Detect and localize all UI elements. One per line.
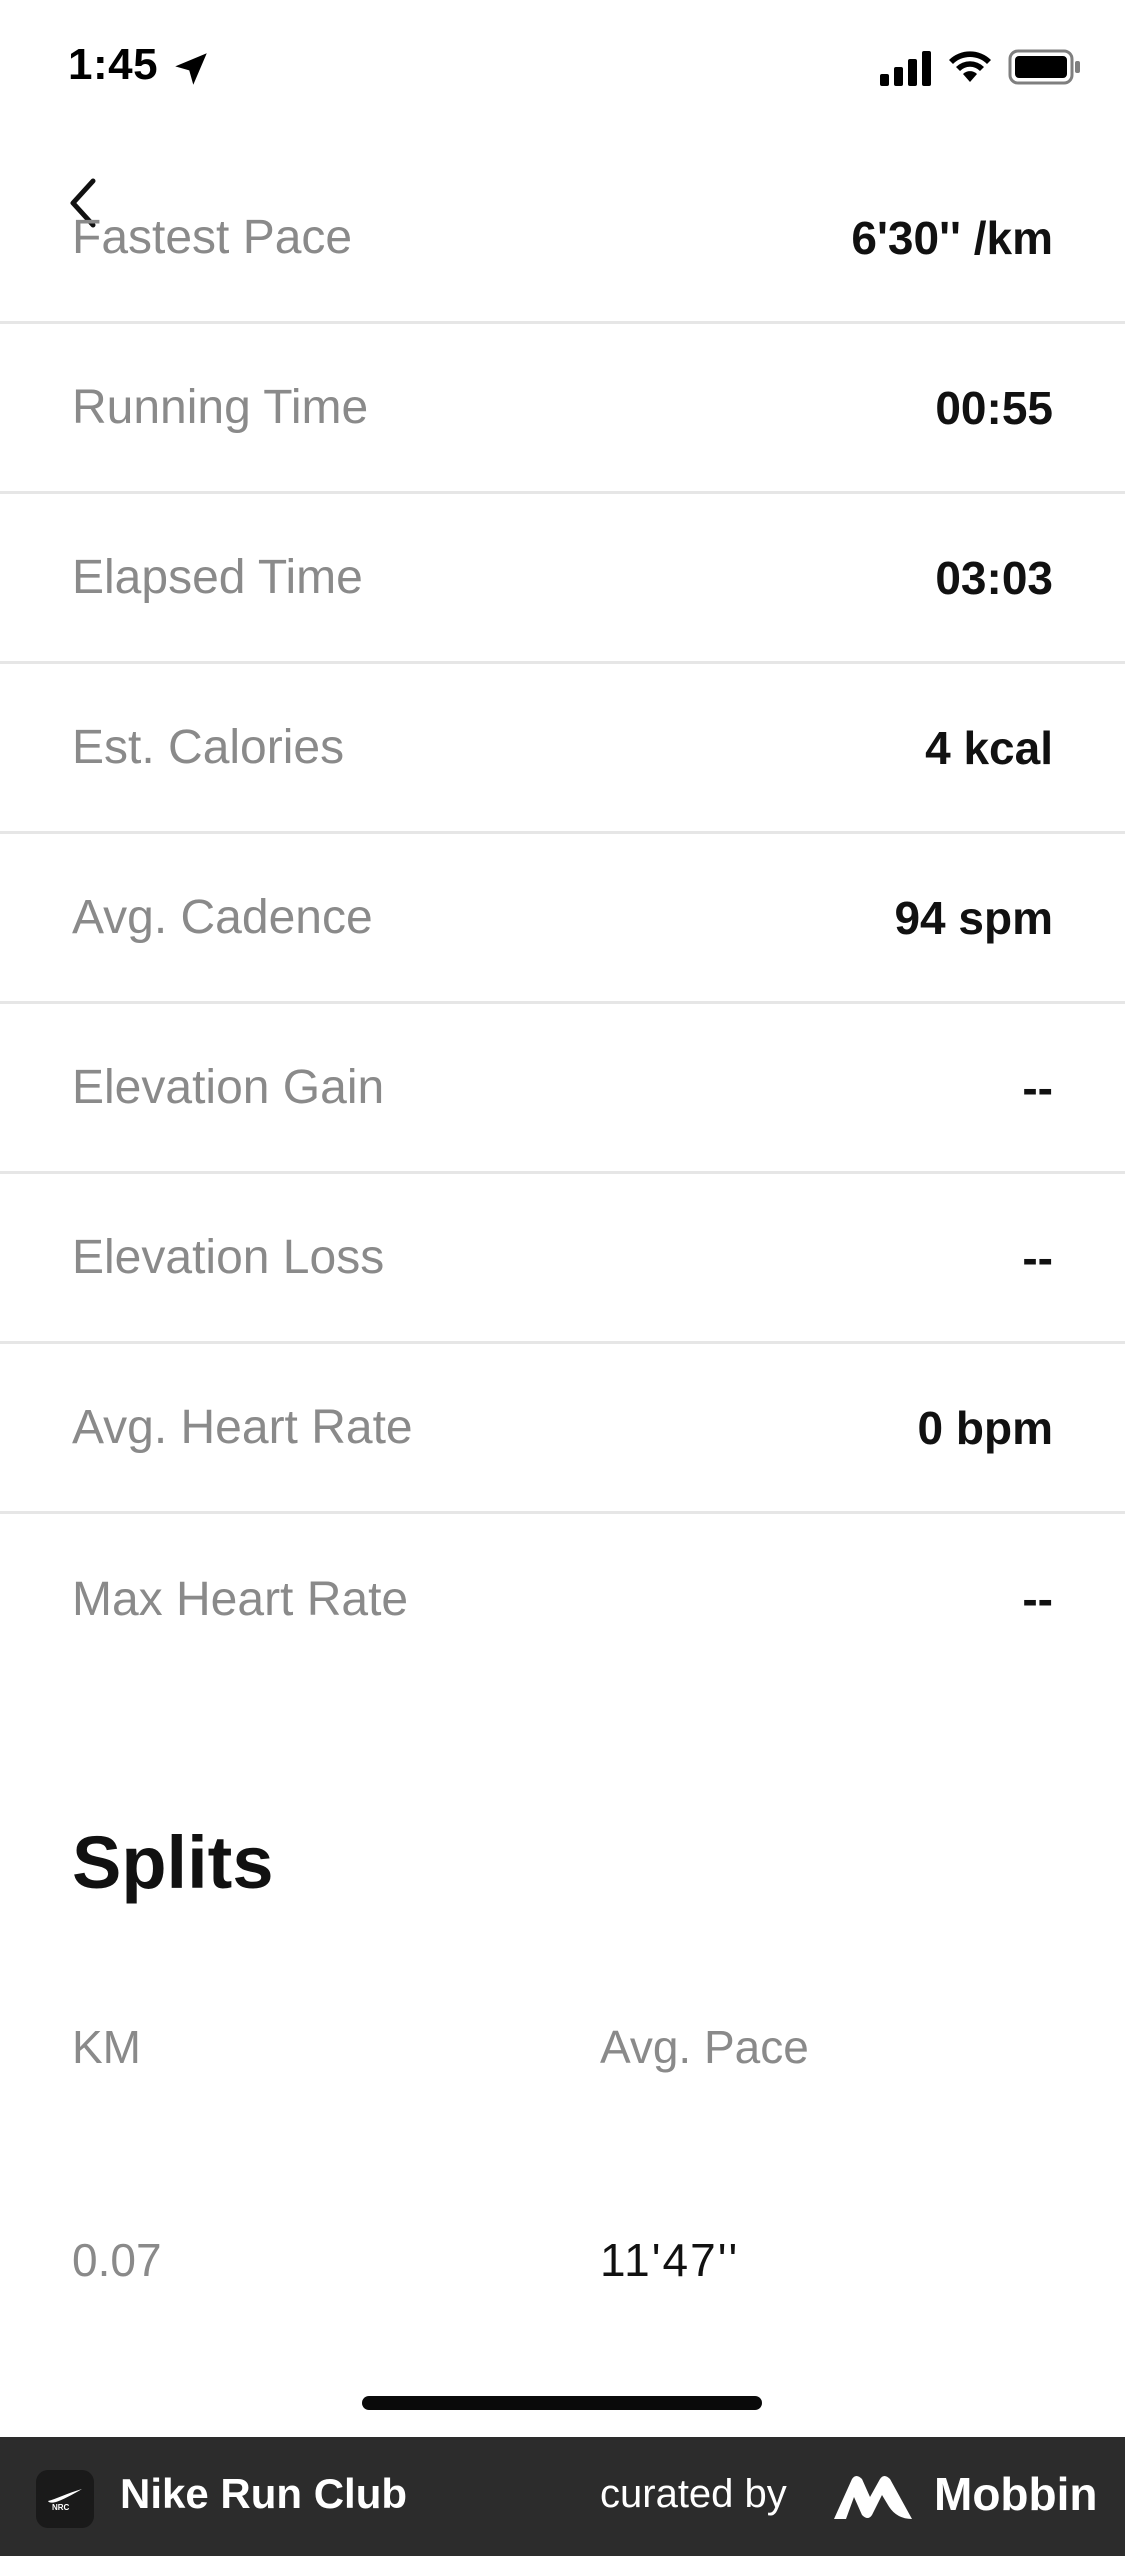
svg-text:NRC: NRC <box>52 2503 70 2511</box>
stat-value: 6'30'' /km <box>851 211 1053 264</box>
footer-banner: NRC Nike Run Club curated by Mobbin <box>0 2437 1125 2556</box>
stat-label: Avg. Heart Rate <box>72 1401 413 1454</box>
stat-row-elevation-loss: Elevation Loss -- <box>0 1174 1125 1344</box>
stat-label: Elevation Gain <box>72 1061 385 1114</box>
footer-brand: Mobbin <box>934 2468 1098 2520</box>
stat-label: Avg. Cadence <box>72 891 373 944</box>
stat-row-avg-heart-rate: Avg. Heart Rate 0 bpm <box>0 1344 1125 1514</box>
stat-value: 0 bpm <box>917 1401 1053 1454</box>
location-arrow-icon <box>175 53 207 85</box>
splits-table-header: KM Avg. Pace <box>72 2020 1072 2074</box>
stat-row-elevation-gain: Elevation Gain -- <box>0 1004 1125 1174</box>
run-stats-list: Fastest Pace 6'30'' /km Running Time 00:… <box>0 211 1125 1684</box>
stat-row-cadence: Avg. Cadence 94 spm <box>0 834 1125 1004</box>
stat-label: Running Time <box>72 381 369 434</box>
stat-label: Elevation Loss <box>72 1231 385 1284</box>
splits-heading: Splits <box>72 1821 274 1904</box>
stat-row-elapsed-time: Elapsed Time 03:03 <box>0 494 1125 664</box>
footer-curated-by: curated by <box>600 2472 787 2516</box>
stat-row-fastest-pace: Fastest Pace 6'30'' /km <box>0 154 1125 324</box>
splits-header-pace: Avg. Pace <box>600 2021 809 2073</box>
stat-value: -- <box>1022 1061 1053 1114</box>
stat-value: -- <box>1022 1573 1053 1625</box>
status-bar: 1:45 <box>0 0 1125 140</box>
stat-label: Max Heart Rate <box>72 1572 409 1626</box>
cellular-signal-icon <box>880 51 931 86</box>
stat-value: 94 spm <box>894 891 1053 944</box>
footer-app-name: Nike Run Club <box>120 2470 408 2517</box>
stat-row-running-time: Running Time 00:55 <box>0 324 1125 494</box>
split-pace: 11'47'' <box>600 2234 740 2286</box>
split-km: 0.07 <box>72 2234 162 2286</box>
wifi-icon <box>949 51 991 82</box>
stat-row-max-heart-rate: Max Heart Rate -- <box>0 1514 1125 1684</box>
stat-value: -- <box>1022 1231 1053 1284</box>
stat-value: 4 kcal <box>925 721 1053 774</box>
status-time: 1:45 <box>68 40 159 89</box>
stat-label: Fastest Pace <box>72 211 353 264</box>
mobbin-logo-icon <box>834 2476 912 2519</box>
splits-header-km: KM <box>72 2021 141 2073</box>
stat-value: 03:03 <box>935 551 1053 604</box>
app-logo-icon: NRC <box>36 2470 94 2528</box>
stat-label: Elapsed Time <box>72 551 363 604</box>
home-indicator[interactable] <box>362 2396 762 2410</box>
split-row: 0.07 11'47'' <box>72 2233 1072 2287</box>
battery-icon <box>1008 49 1080 85</box>
stat-row-calories: Est. Calories 4 kcal <box>0 664 1125 834</box>
stat-value: 00:55 <box>935 381 1053 434</box>
stat-label: Est. Calories <box>72 721 345 774</box>
